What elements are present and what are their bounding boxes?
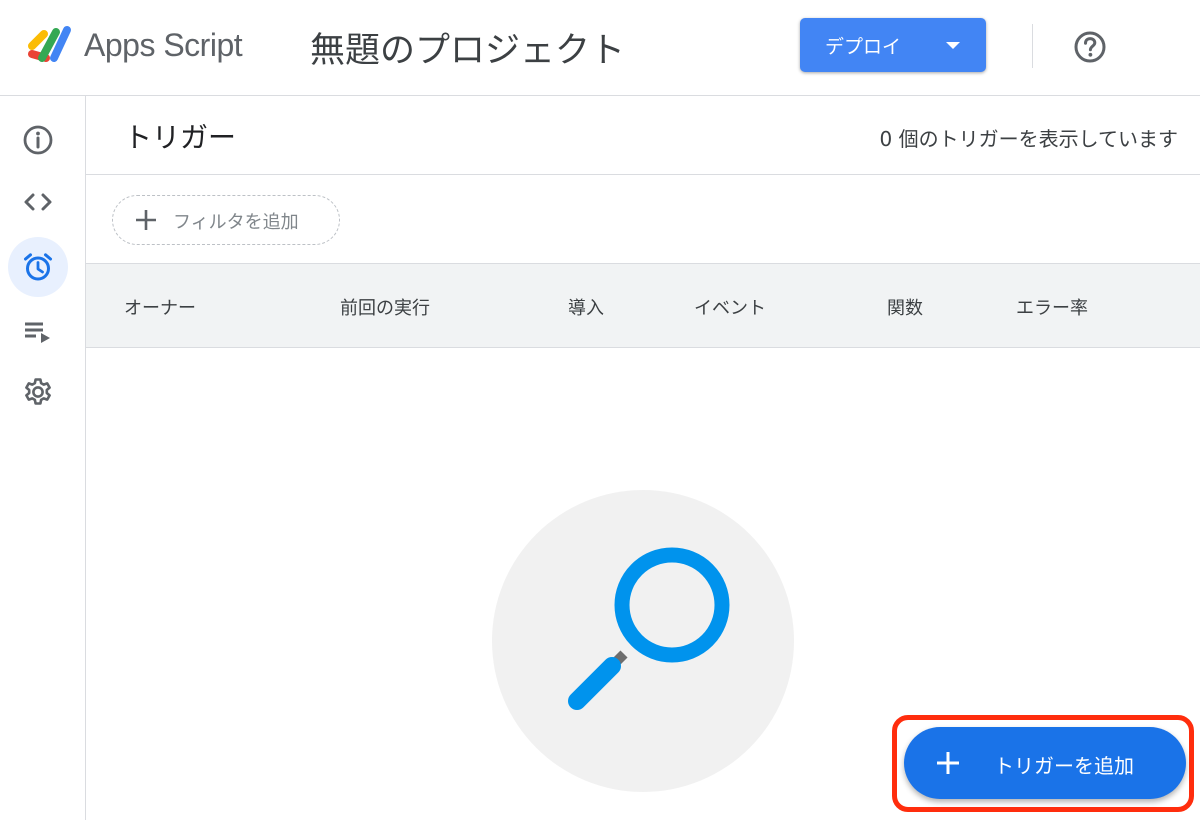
plus-icon [937, 752, 959, 774]
magnifier-icon [568, 547, 730, 710]
add-trigger-button[interactable]: トリガーを追加 [904, 727, 1186, 799]
sidebar-item-editor[interactable] [8, 172, 68, 232]
add-filter-button[interactable]: フィルタを追加 [112, 195, 340, 245]
trigger-count-text: 0 個のトリガーを表示しています [879, 127, 1178, 151]
triggers-table-header: オーナー 前回の実行 導入 イベント 関数 エラー率 [86, 263, 1200, 348]
main-content: トリガー 0 個のトリガーを表示しています フィルタを追加 オーナー 前回の実行… [86, 96, 1200, 820]
plus-icon [136, 210, 156, 230]
header-divider [1032, 24, 1033, 68]
page-header: トリガー 0 個のトリガーを表示しています [86, 96, 1200, 175]
sidebar-item-settings[interactable] [8, 362, 68, 422]
add-trigger-label: トリガーを追加 [994, 754, 1134, 778]
column-header-error-rate[interactable]: エラー率 [1016, 294, 1088, 320]
alarm-clock-icon [24, 253, 52, 281]
column-header-event[interactable]: イベント [694, 294, 766, 320]
playlist-play-icon [25, 322, 50, 343]
deploy-button[interactable]: デプロイ [800, 18, 986, 72]
top-app-bar: Apps Script 無題のプロジェクト デプロイ [0, 0, 1200, 96]
column-header-owner[interactable]: オーナー [124, 294, 196, 320]
empty-state-illustration [492, 490, 794, 792]
apps-script-logo-icon[interactable] [24, 24, 74, 66]
dropdown-arrow-icon [946, 42, 960, 49]
sidebar-item-executions[interactable] [8, 302, 68, 362]
app-name[interactable]: Apps Script [84, 27, 243, 64]
add-filter-label: フィルタを追加 [173, 212, 299, 233]
gear-icon [25, 378, 51, 405]
column-header-deployment[interactable]: 導入 [568, 294, 604, 320]
code-icon [24, 193, 52, 211]
sidebar-item-triggers[interactable] [8, 237, 68, 297]
help-circle-icon[interactable] [1072, 29, 1108, 65]
deploy-button-label: デプロイ [825, 36, 902, 58]
filter-bar: フィルタを追加 [86, 175, 1200, 263]
column-header-last-run[interactable]: 前回の実行 [340, 294, 430, 320]
column-header-function[interactable]: 関数 [887, 294, 923, 320]
page-title: トリガー [124, 121, 237, 154]
side-navigation [0, 96, 86, 820]
info-icon [23, 125, 53, 155]
sidebar-item-overview[interactable] [8, 110, 68, 170]
project-title[interactable]: 無題のプロジェクト [310, 22, 625, 73]
